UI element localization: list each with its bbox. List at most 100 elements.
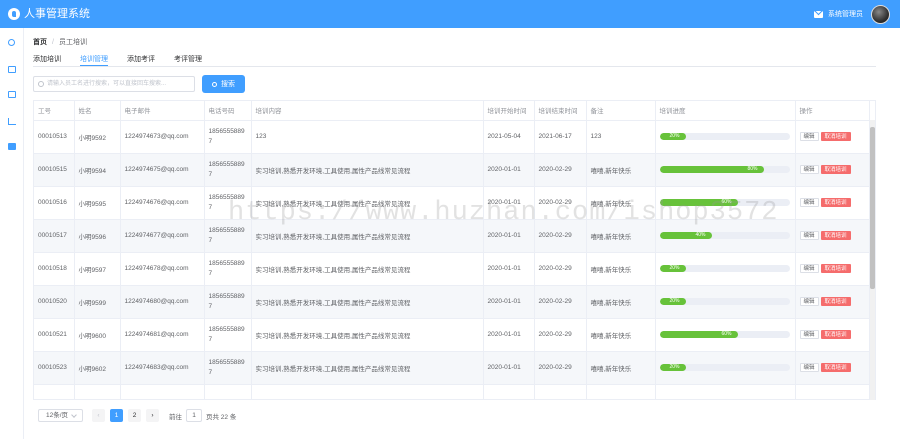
col-header-email: 电子邮件 [120, 101, 205, 121]
cell-start: 2020-01-01 [483, 186, 535, 220]
table-row[interactable]: 00010517 小明9596 1224974677@qq.com 185655588… [34, 219, 870, 253]
cell-name: 小明9597 [74, 252, 121, 286]
cell-end: 2020-02-29 [534, 318, 587, 352]
app-title: 人事管理系统 [24, 8, 90, 20]
cell-end: 2020-02-29 [534, 186, 587, 220]
tab-training-management[interactable]: 培训管理 [80, 54, 108, 66]
total-label: 页共 22 条 [206, 413, 237, 421]
col-header-id: 工号 [34, 101, 75, 121]
cell-name: 小明9595 [74, 186, 121, 220]
cell-actions: 编辑 取消培训 [795, 186, 870, 220]
tab-add-training[interactable]: 添加培训 [33, 54, 61, 66]
cell-content: 123 [251, 120, 484, 154]
edit-button[interactable]: 编辑 [799, 231, 819, 240]
page-button-2[interactable]: 2 [128, 409, 141, 422]
cell-id: 00010516 [34, 186, 75, 220]
cell-note [586, 384, 656, 399]
cell-email: 1224974673@qq.com [120, 120, 205, 154]
cancel-training-button[interactable]: 取消培训 [820, 231, 851, 240]
cancel-training-button[interactable]: 取消培训 [820, 165, 851, 174]
cell-actions: 编辑 取消培训 [795, 285, 870, 319]
windows-icon[interactable] [8, 143, 16, 150]
tab-add-evaluation[interactable]: 添加考评 [127, 54, 155, 66]
id-card-icon[interactable] [8, 66, 16, 73]
cell-content: 实习培训,熟悉开发环境,工具使用,属性产品线常见流程 [251, 219, 484, 253]
cancel-training-button[interactable]: 取消培训 [820, 264, 851, 273]
search-button[interactable]: 搜索 [202, 75, 245, 93]
cell-start: 2021-05-04 [483, 120, 535, 154]
chart-icon[interactable] [8, 118, 16, 125]
cell-id: 00010518 [34, 252, 75, 286]
cell-email: 1224974676@qq.com [120, 186, 205, 220]
cell-note: 嘻嘻,新年快乐 [586, 186, 656, 220]
cell-name: 小明9592 [74, 120, 121, 154]
user-name[interactable]: 系统管理员 [828, 9, 863, 19]
cell-progress: 20% [655, 252, 796, 286]
search-input[interactable] [47, 78, 193, 90]
table-row[interactable]: 00010516 小明9595 1224974676@qq.com 185655588… [34, 186, 870, 220]
search-box[interactable] [33, 76, 195, 92]
progress-bar: 40% [659, 232, 790, 239]
table-row[interactable]: 00010523 小明9602 1224974683@qq.com 185655588… [34, 351, 870, 385]
cell-start: 2020-01-01 [483, 318, 535, 352]
cell-content: 实习培训,熟悉开发环境,工具使用,属性产品线常见流程 [251, 351, 484, 385]
tab-evaluation-management[interactable]: 考评管理 [174, 54, 202, 66]
tab-bar: 添加培训 培训管理 添加考评 考评管理 [33, 54, 221, 66]
next-page-button[interactable]: › [146, 409, 159, 422]
cell-end: 2020-02-29 [534, 351, 587, 385]
breadcrumb-home[interactable]: 首页 [33, 39, 47, 46]
app-logo-icon [8, 8, 20, 20]
table-scrollbar-thumb[interactable] [870, 127, 875, 289]
cell-id [34, 384, 75, 399]
cell-actions: 编辑 取消培训 [795, 219, 870, 253]
progress-text: 20% [669, 298, 680, 304]
table-row[interactable] [34, 384, 870, 399]
edit-button[interactable]: 编辑 [799, 297, 819, 306]
edit-button[interactable]: 编辑 [799, 132, 819, 141]
cell-phone: 18565558897 [204, 351, 252, 385]
cell-email: 1224974678@qq.com [120, 252, 205, 286]
table-row[interactable]: 00010518 小明9597 1224974678@qq.com 185655588… [34, 252, 870, 286]
cell-actions [795, 384, 870, 399]
cell-name: 小明9594 [74, 153, 121, 187]
cancel-training-button[interactable]: 取消培训 [820, 198, 851, 207]
cell-actions: 编辑 取消培训 [795, 153, 870, 187]
card-icon[interactable] [8, 91, 16, 98]
edit-button[interactable]: 编辑 [799, 198, 819, 207]
cancel-training-button[interactable]: 取消培训 [820, 297, 851, 306]
cell-content: 实习培训,熟悉开发环境,工具使用,属性产品线常见流程 [251, 153, 484, 187]
user-icon[interactable] [8, 39, 15, 46]
cancel-training-button[interactable]: 取消培训 [820, 363, 851, 372]
cell-name [74, 384, 121, 399]
edit-button[interactable]: 编辑 [799, 165, 819, 174]
mail-icon[interactable] [814, 10, 823, 18]
cell-actions: 编辑 取消培训 [795, 351, 870, 385]
table-row[interactable]: 00010521 小明9600 1224974681@qq.com 185655588… [34, 318, 870, 352]
training-table: 工号 姓名 电子邮件 电话号码 培训内容 培训开始时间 培训结束时间 备注 培训… [33, 100, 876, 400]
edit-button[interactable]: 编辑 [799, 363, 819, 372]
cell-id: 00010521 [34, 318, 75, 352]
table-row[interactable]: 00010515 小明9594 1224974675@qq.com 185655588… [34, 153, 870, 187]
progress-text: 20% [669, 133, 680, 139]
avatar[interactable] [871, 4, 890, 24]
col-header-start: 培训开始时间 [483, 101, 535, 121]
cell-email: 1224974675@qq.com [120, 153, 205, 187]
page-size-select[interactable]: 12条/页 [38, 409, 83, 422]
cancel-training-button[interactable]: 取消培训 [820, 330, 851, 339]
goto-label: 前往 [169, 413, 182, 421]
progress-bar: 20% [659, 265, 790, 272]
edit-button[interactable]: 编辑 [799, 264, 819, 273]
page-button-1[interactable]: 1 [110, 409, 123, 422]
goto-page-input[interactable]: 1 [186, 409, 202, 422]
cell-phone: 18565558897 [204, 120, 252, 154]
breadcrumb-current: 员工培训 [58, 39, 87, 46]
top-bar: 人事管理系统 系统管理员 [0, 0, 900, 28]
cell-id: 00010515 [34, 153, 75, 187]
user-menu[interactable]: 系统管理员 [814, 4, 890, 24]
progress-text: 60% [721, 199, 732, 205]
prev-page-button[interactable]: ‹ [92, 409, 105, 422]
table-row[interactable]: 00010520 小明9599 1224974680@qq.com 185655588… [34, 285, 870, 319]
edit-button[interactable]: 编辑 [799, 330, 819, 339]
cancel-training-button[interactable]: 取消培训 [820, 132, 851, 141]
table-row[interactable]: 00010513 小明9592 1224974673@qq.com 185655588… [34, 120, 870, 154]
